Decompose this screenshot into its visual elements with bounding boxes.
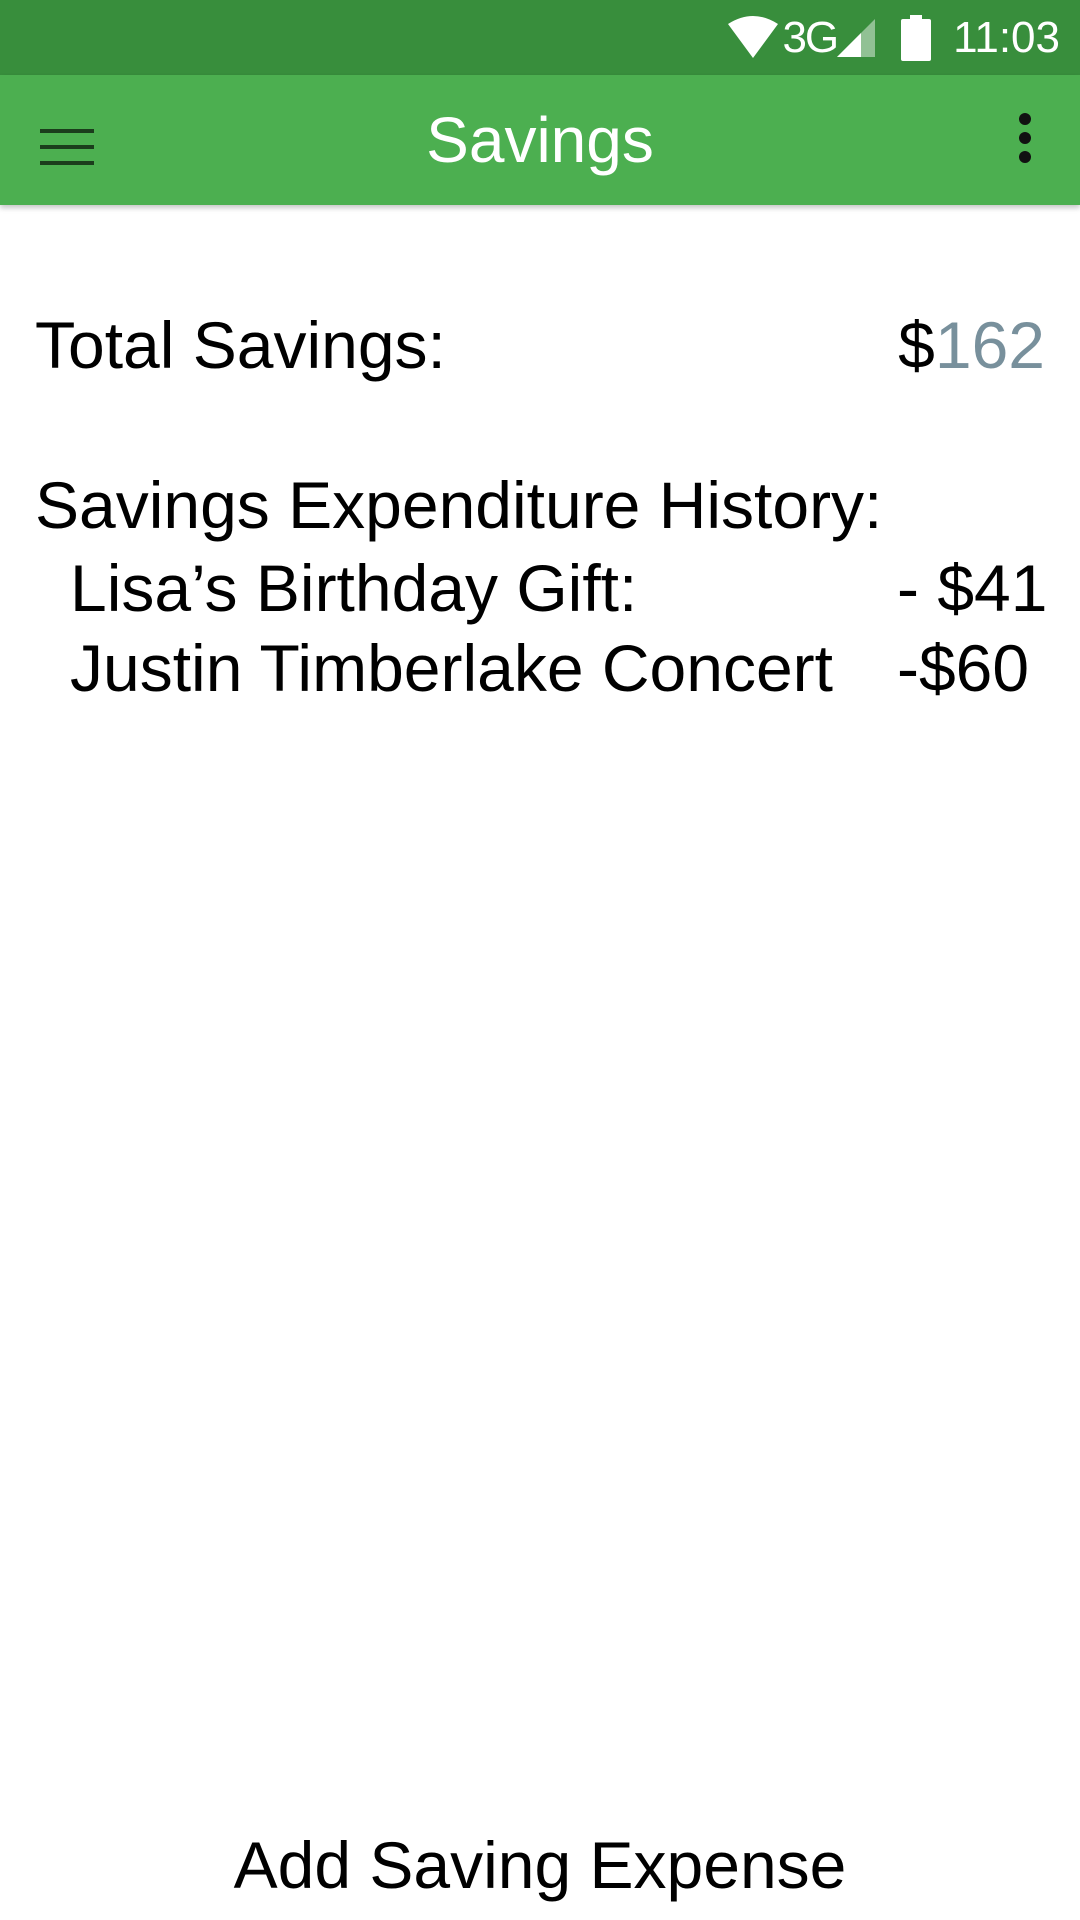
history-title: Savings Expenditure History: [35,468,883,542]
history-item-amount: - $41 [897,551,1048,625]
currency-symbol: $ [898,308,935,382]
network-type-label: 3G [782,13,839,62]
overflow-menu-button[interactable] [990,100,1060,180]
history-item-name: Justin Timberlake Concert [70,631,833,705]
status-bar: 3G 11:03 [0,0,1080,75]
total-savings-label: Total Savings: [35,308,446,382]
history-item: Justin Timberlake Concert -$60 [70,628,1050,708]
total-savings-amount: 162 [934,308,1045,382]
total-savings-row: Total Savings: $162 [35,305,1045,385]
page-title: Savings [426,104,654,176]
add-saving-expense-button[interactable]: Add Saving Expense [0,1825,1080,1905]
history-item-amount: -$60 [897,631,1030,705]
app-bar: Savings [0,75,1080,205]
history-item: Lisa’s Birthday Gift: - $41 [70,548,1050,628]
wifi-icon [728,15,779,60]
more-vert-icon [1018,112,1032,168]
status-clock: 11:03 [953,13,1060,62]
cellular-signal-icon [837,18,876,57]
status-icons: 3G 11:03 [728,0,1060,75]
total-savings-value: $162 [898,305,1045,385]
battery-icon [901,14,932,61]
history-list: Lisa’s Birthday Gift: - $41 Justin Timbe… [70,548,1050,708]
history-item-name: Lisa’s Birthday Gift: [70,551,638,625]
